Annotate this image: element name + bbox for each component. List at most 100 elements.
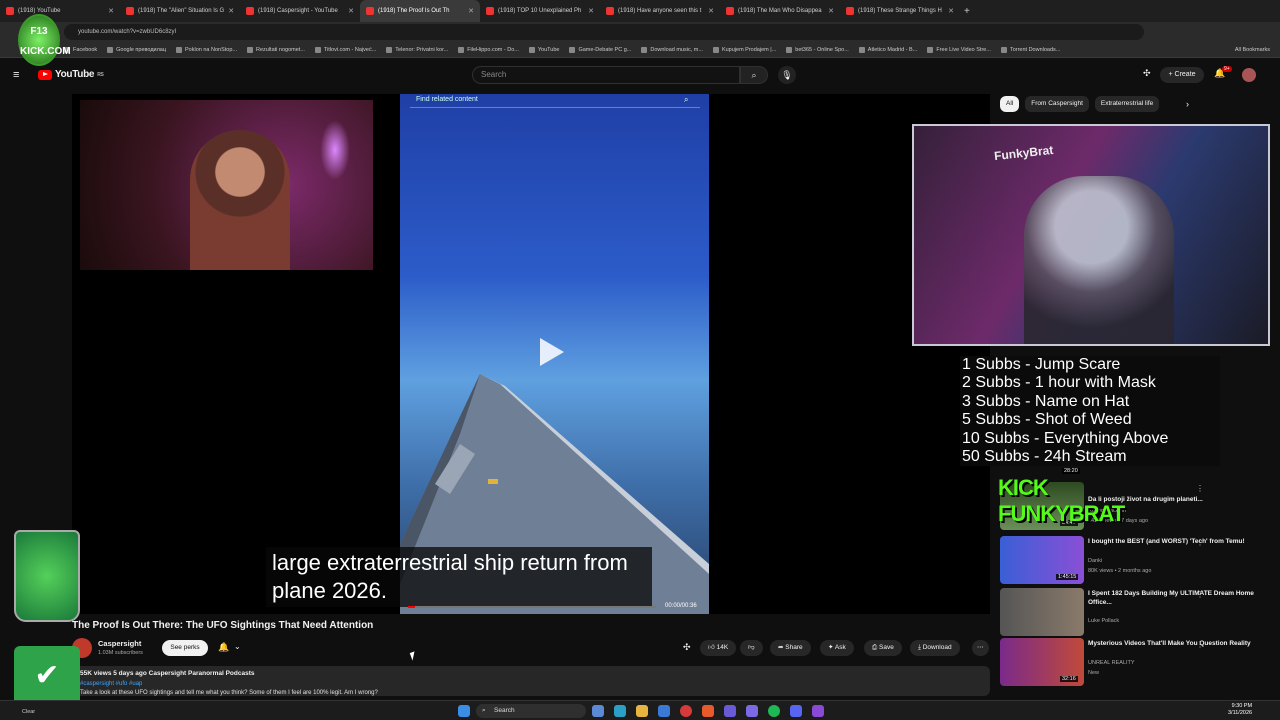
browser-tab[interactable]: (1918) Have anyone seen this t ✕ xyxy=(600,0,720,22)
browser-tab[interactable]: (1918) The "Alien" Situation Is G ✕ xyxy=(120,0,240,22)
bookmark-favicon-icon xyxy=(927,46,934,53)
discord-icon[interactable] xyxy=(790,705,802,717)
progress-bar[interactable] xyxy=(408,606,656,608)
browser-tab[interactable]: (1918) These Strange Things H ✕ xyxy=(840,0,960,22)
create-button[interactable]: + Create xyxy=(1160,67,1204,83)
list-item[interactable]: 1:45:15 I bought the BEST (and WORST) 'T… xyxy=(1000,536,1270,586)
browser-tab[interactable]: (1918) The Man Who Disappea ✕ xyxy=(720,0,840,22)
store-icon[interactable] xyxy=(658,705,670,717)
chevron-down-icon[interactable]: ⌄ xyxy=(234,642,241,651)
all-bookmarks[interactable]: All Bookmarks xyxy=(1235,47,1270,53)
bookmark-favicon-icon xyxy=(176,46,183,53)
video-timecode: 00:00/00:36 xyxy=(665,603,697,609)
bookmark[interactable]: Rezultati nogomet... xyxy=(247,46,305,53)
browser-tab[interactable]: (1918) YouTube ✕ xyxy=(0,0,120,22)
chip-all[interactable]: All xyxy=(1000,96,1020,112)
youtube-favicon-icon xyxy=(726,7,734,15)
save-button[interactable]: ⎙ Save xyxy=(864,640,902,656)
brave-icon[interactable] xyxy=(702,705,714,717)
more-options-icon[interactable]: ⋮ xyxy=(1196,640,1204,649)
close-icon[interactable]: ✕ xyxy=(228,7,234,15)
close-icon[interactable]: ✕ xyxy=(588,7,594,15)
menu-icon[interactable]: ≡ xyxy=(13,69,19,81)
search-icon[interactable]: ⌕ xyxy=(684,95,688,105)
youtube-favicon-icon xyxy=(846,7,854,15)
bookmark-favicon-icon xyxy=(712,46,719,53)
chip-extraterrestrial-life[interactable]: Extraterrestrial life xyxy=(1094,96,1160,112)
dislike-button[interactable]: 👎︎ xyxy=(740,640,763,656)
app-icon[interactable] xyxy=(812,705,824,717)
browser-tab-active[interactable]: (1918) The Proof Is Out Th ✕ xyxy=(360,0,480,22)
more-options-icon[interactable]: ⋮ xyxy=(1196,590,1204,599)
youtube-logo[interactable]: YouTube RS xyxy=(38,69,104,80)
voice-search-button[interactable]: 🎙 xyxy=(778,66,796,84)
mic-icon: 🎙 xyxy=(781,70,793,80)
more-options-icon[interactable]: ⋮ xyxy=(1196,484,1204,493)
close-icon[interactable]: ✕ xyxy=(348,7,354,15)
bookmark[interactable]: Poklon na NonStop... xyxy=(176,46,237,53)
chip-from-caspersight[interactable]: From Caspersight xyxy=(1025,96,1089,112)
more-actions-button[interactable]: ⋯ xyxy=(972,640,989,656)
bookmark-favicon-icon xyxy=(107,46,114,53)
list-item[interactable]: 32:16 Mysterious Videos That'll Make You… xyxy=(1000,638,1270,688)
find-related-content-bar[interactable]: Find related content xyxy=(410,94,700,108)
bell-icon[interactable]: 🔔 xyxy=(218,642,229,653)
teams-icon[interactable] xyxy=(724,705,736,717)
channel-name[interactable]: Caspersight xyxy=(98,639,141,648)
kick-extension-icon[interactable]: ✣ xyxy=(683,642,691,653)
play-icon[interactable] xyxy=(540,338,564,366)
spotify-icon[interactable] xyxy=(768,705,780,717)
search-input[interactable]: Search xyxy=(472,66,740,84)
windows-start-icon[interactable] xyxy=(458,705,470,717)
new-tab-button[interactable]: + xyxy=(964,6,970,17)
url-field[interactable]: youtube.com/watch?v=zwbUD6c8zyI xyxy=(64,24,1144,40)
list-item[interactable]: 28:20 xyxy=(1000,420,1270,474)
address-bar: ⟳ youtube.com/watch?v=zwbUD6c8zyI xyxy=(0,22,1280,42)
like-button[interactable]: 👍︎ 14K xyxy=(700,640,737,656)
share-button[interactable]: ➦ Share xyxy=(770,640,811,656)
chrome-icon[interactable] xyxy=(680,705,692,717)
avatar[interactable] xyxy=(1242,68,1256,82)
bookmark[interactable]: Atletico Madrid - B... xyxy=(858,46,917,53)
close-icon[interactable]: ✕ xyxy=(708,7,714,15)
bookmark-favicon-icon xyxy=(458,46,465,53)
more-options-icon[interactable]: ⋮ xyxy=(1196,538,1204,547)
copilot-icon[interactable] xyxy=(592,705,604,717)
close-icon[interactable]: ✕ xyxy=(948,7,954,15)
bookmark[interactable]: bet365 - Online Spo... xyxy=(786,46,849,53)
streamer-webcam xyxy=(80,100,373,270)
system-clock[interactable]: 9:30 PM 3/11/2026 xyxy=(1228,703,1252,717)
see-perks-button[interactable]: See perks xyxy=(162,640,208,656)
hashtags[interactable]: #caspersight #ufo #uap xyxy=(80,681,142,687)
description-text: Take a look at these UFO sightings and t… xyxy=(80,690,378,696)
notification-count-badge: 9+ xyxy=(1222,66,1232,72)
bookmark[interactable]: FileHippo.com - Do... xyxy=(458,46,519,53)
bookmark[interactable]: Free Live Video Stre... xyxy=(927,46,991,53)
file-explorer-icon[interactable] xyxy=(636,705,648,717)
ask-button[interactable]: ✦ Ask xyxy=(820,640,854,656)
edge-icon[interactable] xyxy=(614,705,626,717)
bookmark[interactable]: Titlovi.com - Najveć... xyxy=(314,46,376,53)
bookmark[interactable]: YouTube xyxy=(528,46,559,53)
download-button[interactable]: ⤓ Download xyxy=(910,640,960,656)
kick-extension-icon[interactable]: ✣ xyxy=(1143,68,1151,79)
browser-tab[interactable]: (1918) Caspersight - YouTube ✕ xyxy=(240,0,360,22)
bookmark[interactable]: Google преводилац xyxy=(107,46,166,53)
bookmark[interactable]: Download music, m... xyxy=(641,46,703,53)
list-item[interactable]: I Spent 182 Days Building My ULTIMATE Dr… xyxy=(1000,588,1270,638)
close-icon[interactable]: ✕ xyxy=(828,7,834,15)
chevron-right-icon[interactable]: › xyxy=(1186,99,1189,109)
search-button[interactable]: ⌕ xyxy=(740,66,768,84)
bookmark[interactable]: Kupujem Prodajem |... xyxy=(712,46,776,53)
bookmark[interactable]: Telenor: Privatni kor... xyxy=(386,46,448,53)
close-icon[interactable]: ✕ xyxy=(468,7,474,15)
weather-widget[interactable]: Clear xyxy=(22,709,35,715)
thumbs-down-icon: 👎︎ xyxy=(748,644,755,651)
close-icon[interactable]: ✕ xyxy=(108,7,114,15)
streamer-silhouette xyxy=(1024,176,1174,344)
bookmark[interactable]: Game-Debate PC g... xyxy=(569,46,631,53)
bookmark[interactable]: Torrent Downloads... xyxy=(1000,46,1060,53)
taskbar-search[interactable]: ⌕ Search xyxy=(476,704,586,718)
browser-tab[interactable]: (1918) TOP 10 Unexplained Ph ✕ xyxy=(480,0,600,22)
app-icon[interactable] xyxy=(746,705,758,717)
